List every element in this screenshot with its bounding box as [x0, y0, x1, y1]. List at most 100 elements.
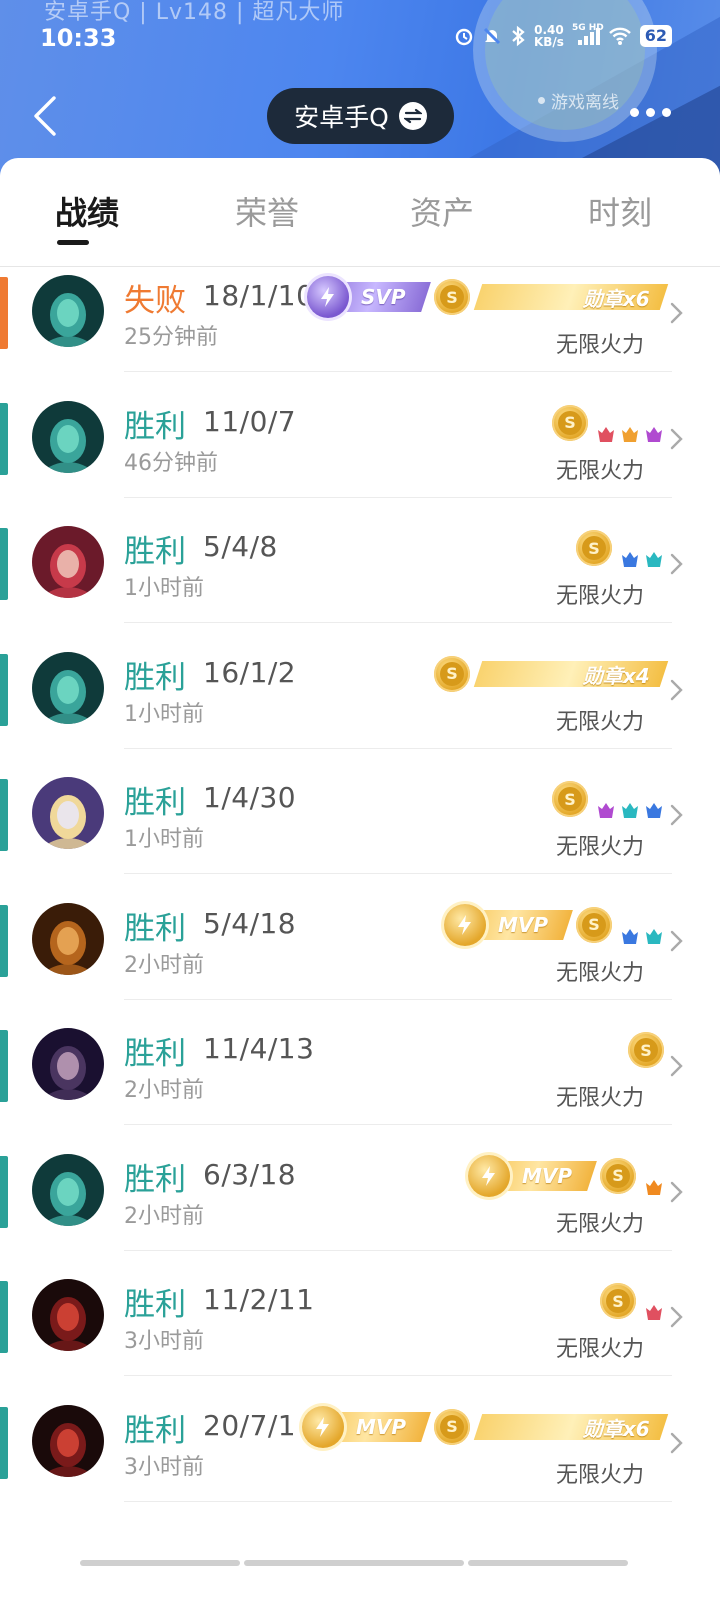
- status-time: 10:33: [40, 24, 117, 52]
- home-indicator: [80, 1560, 640, 1566]
- result-indicator-bar: [0, 528, 8, 600]
- tab-record[interactable]: 战绩: [55, 188, 119, 234]
- match-time: 46分钟前: [124, 450, 218, 476]
- hero-avatar: [32, 275, 104, 347]
- achievement-icons: [620, 928, 664, 946]
- rating-coin-icon: S: [552, 781, 588, 817]
- back-button[interactable]: [30, 94, 70, 138]
- result-indicator-bar: [0, 779, 8, 851]
- rating-coin-icon: S: [434, 1408, 470, 1445]
- mvp-badge: MVP: [443, 903, 573, 946]
- match-time: 1小时前: [124, 576, 204, 601]
- account-switcher[interactable]: 安卓手Q: [267, 88, 454, 144]
- achievement-icons: [644, 1304, 664, 1322]
- result-indicator-bar: [0, 277, 8, 349]
- rating-coin-icon: S: [576, 530, 612, 566]
- chevron-right-icon: [670, 679, 683, 700]
- top-header: 安卓手Q | Lv148 | 超凡大师 10:33 0.40 KB/s 5G H…: [0, 0, 720, 180]
- hero-avatar: [32, 651, 104, 724]
- match-row[interactable]: 胜利 11/2/11 3小时前 无限火力 S: [0, 1277, 720, 1405]
- match-result: 胜利: [124, 1161, 186, 1198]
- status-dot: [538, 97, 545, 104]
- tab-assets[interactable]: 资产: [410, 188, 474, 234]
- achievement-red-icon: [598, 426, 614, 442]
- match-row[interactable]: 胜利 6/3/18 2小时前 无限火力 MVP S: [0, 1152, 720, 1280]
- achievement-icons: [644, 1179, 664, 1197]
- match-kda: 20/7/1: [203, 1408, 297, 1442]
- status-icons: 0.40 KB/s 5G HD 62: [454, 23, 672, 49]
- active-tab-indicator: [57, 240, 89, 245]
- hero-avatar: [32, 1028, 104, 1100]
- achievement-icons: [620, 551, 664, 569]
- match-badges: S: [600, 1281, 664, 1321]
- dot-icon: [646, 108, 655, 117]
- game-status-text: 游戏离线: [551, 93, 619, 113]
- chevron-right-icon: [670, 428, 683, 449]
- match-mode: 无限火力: [555, 333, 644, 358]
- match-kda: 5/4/8: [203, 530, 278, 563]
- match-time: 25分钟前: [124, 325, 218, 350]
- match-kda: 1/4/30: [203, 781, 297, 814]
- match-result: 胜利: [124, 910, 186, 947]
- match-time: 2小时前: [124, 952, 204, 978]
- achievement-teal-icon: [646, 552, 662, 567]
- title-badge-label: SVP: [361, 285, 406, 309]
- alarm-icon: [455, 28, 473, 46]
- match-time: 1小时前: [124, 827, 204, 852]
- match-row[interactable]: 胜利 5/4/8 1小时前 无限火力 S: [0, 524, 720, 652]
- rating-coin-icon: S: [600, 1283, 636, 1319]
- match-row[interactable]: 失败 18/1/10 25分钟前 无限火力 SVP S 勋章x6: [0, 273, 720, 401]
- match-row[interactable]: 胜利 16/1/2 1小时前 无限火力 S 勋章x4: [0, 650, 720, 778]
- match-row[interactable]: 胜利 1/4/30 1小时前 无限火力 S: [0, 775, 720, 903]
- achievement-teal-icon: [646, 928, 662, 944]
- tab-honor[interactable]: 荣誉: [235, 188, 299, 234]
- row-divider: [124, 1375, 672, 1376]
- match-result: 胜利: [124, 1412, 186, 1449]
- more-options-button[interactable]: [630, 108, 671, 117]
- match-badges: SVP S 勋章x6: [307, 276, 669, 318]
- row-divider: [124, 998, 672, 1000]
- achievement-purple-icon: [598, 803, 614, 818]
- rating-letter: S: [558, 410, 582, 435]
- match-badges: MVP S: [467, 1154, 664, 1197]
- match-badges: MVP S 勋章x6: [301, 1405, 669, 1448]
- match-badges: S: [628, 1030, 664, 1070]
- match-kda: 16/1/2: [203, 655, 297, 689]
- achievement-blue-icon: [646, 803, 662, 818]
- title-badge-label: MVP: [355, 1414, 406, 1439]
- battery-indicator: 62: [639, 25, 672, 47]
- account-name: 安卓手Q: [294, 103, 389, 132]
- tab-moments[interactable]: 时刻: [588, 188, 652, 234]
- rating-letter: S: [606, 1163, 630, 1188]
- mvp-badge: MVP: [301, 1405, 431, 1448]
- network-speed-unit: KB/s: [533, 35, 564, 49]
- row-divider: [124, 622, 672, 623]
- swap-icon: [398, 102, 427, 130]
- match-time: 1小时前: [124, 701, 204, 727]
- match-kda: 11/0/7: [203, 404, 297, 438]
- match-row[interactable]: 胜利 11/0/7 46分钟前 无限火力 S: [0, 399, 720, 527]
- rating-letter: S: [606, 1289, 630, 1313]
- bluetooth-icon: [512, 25, 525, 47]
- match-result: 胜利: [124, 785, 186, 821]
- hero-avatar: [32, 400, 104, 473]
- wifi-icon: [608, 27, 631, 45]
- status-title-text: 安卓手Q | Lv148 | 超凡大师: [44, 0, 345, 25]
- medal-badge: 勋章x4: [473, 660, 669, 687]
- match-mode: 无限火力: [555, 709, 644, 735]
- achievement-red-icon: [646, 1305, 662, 1320]
- chevron-right-icon: [670, 1306, 683, 1328]
- rating-coin-icon: S: [628, 1032, 664, 1068]
- app-root: { "status_bar": { "title": "安卓手Q | Lv148…: [0, 0, 720, 1600]
- match-row[interactable]: 胜利 11/4/13 2小时前 无限火力 S: [0, 1026, 720, 1154]
- match-mode: 无限火力: [555, 835, 644, 860]
- chevron-right-icon: [670, 302, 683, 324]
- match-row[interactable]: 胜利 20/7/1 3小时前 无限火力 MVP S 勋章x6: [0, 1403, 720, 1531]
- rating-letter: S: [558, 787, 582, 811]
- match-kda: 5/4/18: [203, 906, 297, 940]
- row-divider: [124, 747, 672, 749]
- match-row[interactable]: 胜利 5/4/18 2小时前 无限火力 MVP S: [0, 901, 720, 1029]
- medal-badge: 勋章x6: [473, 1413, 669, 1440]
- game-status: 游戏离线: [538, 88, 619, 113]
- match-mode: 无限火力: [555, 1462, 644, 1488]
